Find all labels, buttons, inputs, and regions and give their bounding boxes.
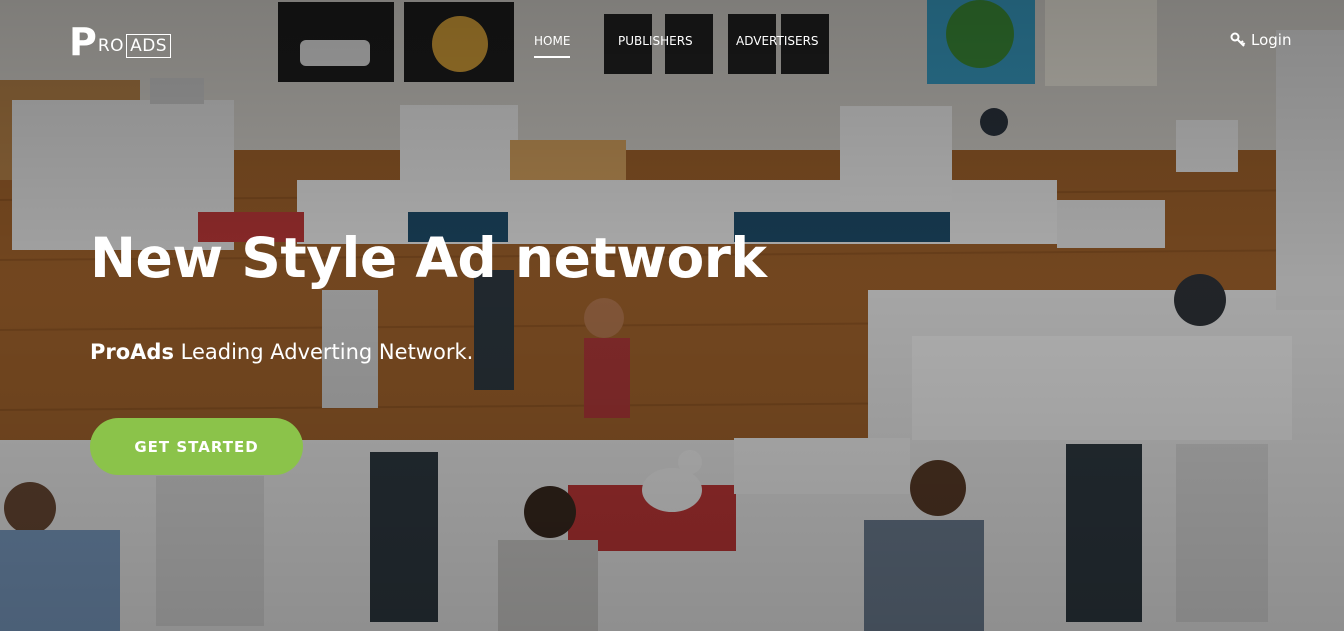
- nav-home-link[interactable]: HOME: [534, 34, 571, 58]
- logo-letter-p: P: [69, 20, 97, 64]
- nav-advertisers-link[interactable]: ADVERTISERS: [736, 34, 819, 48]
- hero-headline: New Style Ad network: [90, 226, 767, 290]
- nav-publishers-link[interactable]: PUBLISHERS: [618, 34, 693, 48]
- subheadline-text: Leading Adverting Network.: [173, 340, 474, 364]
- login-link[interactable]: Login: [1230, 31, 1291, 49]
- hero-dark-overlay: [0, 0, 1344, 631]
- hero-subheadline: ProAds Leading Adverting Network.: [90, 340, 473, 364]
- subheadline-brand: ProAds: [90, 340, 174, 364]
- get-started-button[interactable]: GET STARTED: [90, 418, 303, 475]
- logo-text-ro: RO: [97, 36, 125, 56]
- proads-logo[interactable]: P RO ADS: [69, 20, 172, 64]
- login-label: Login: [1251, 31, 1292, 49]
- hero-section: P RO ADS HOME PUBLISHERS ADVERTISERS Log…: [0, 0, 1344, 631]
- logo-text-ads: ADS: [126, 34, 172, 58]
- key-icon: [1230, 32, 1246, 47]
